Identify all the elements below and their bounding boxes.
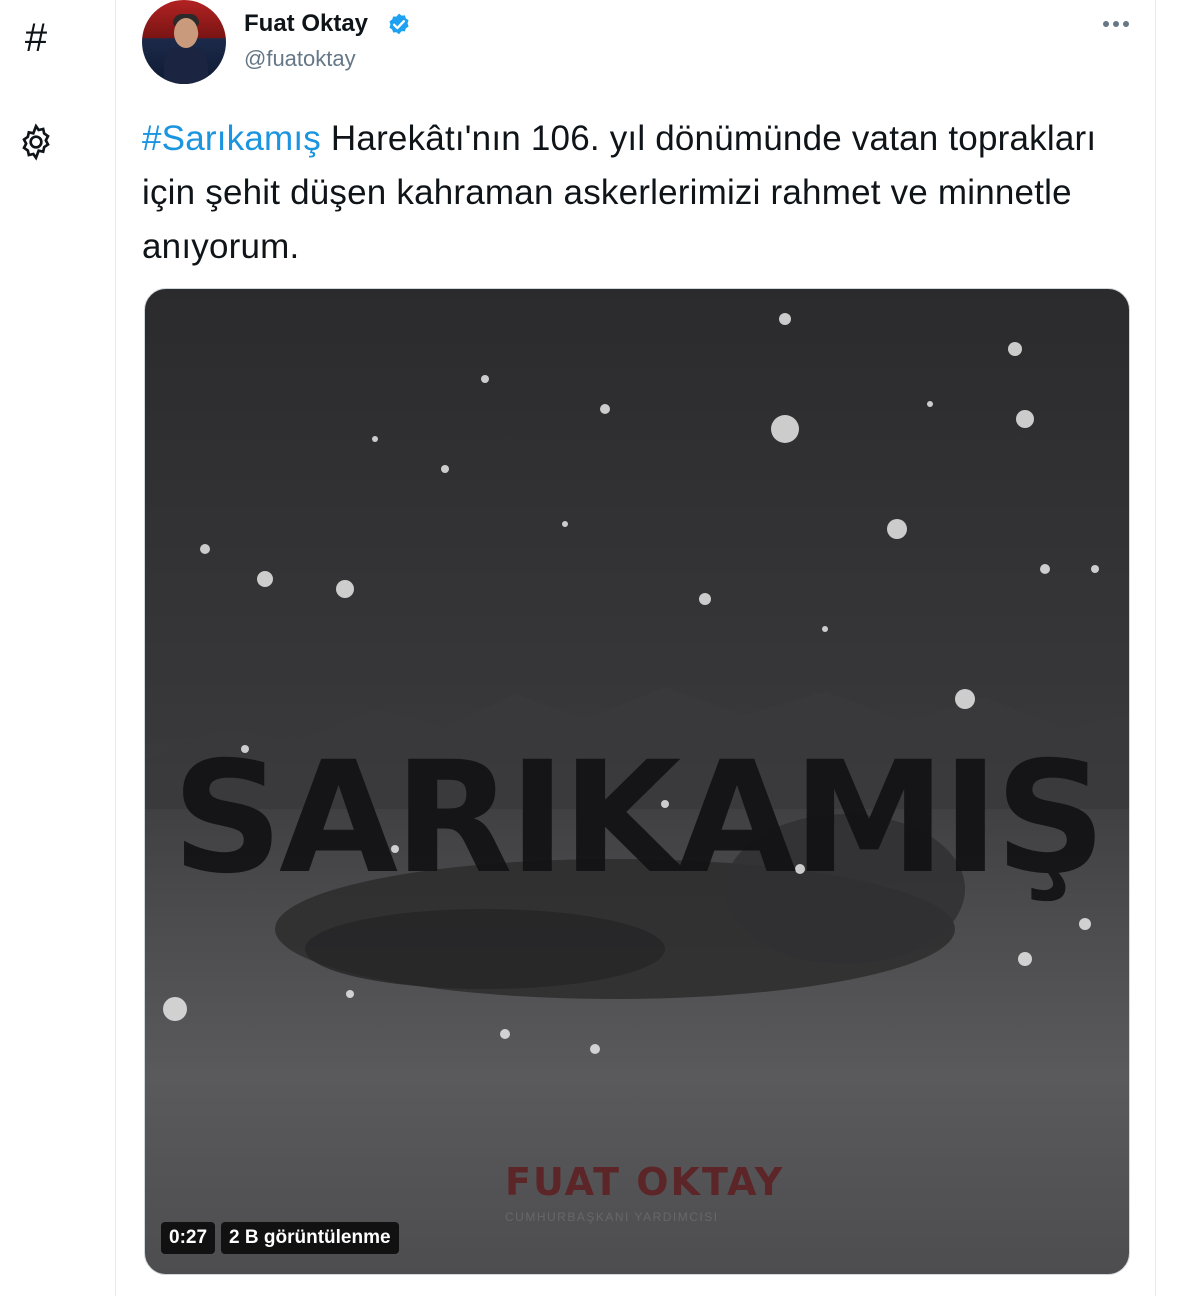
avatar[interactable] bbox=[142, 0, 226, 84]
poster-brand-logo: FUAT OKTAY bbox=[505, 1160, 785, 1204]
hashtag-link[interactable]: #Sarıkamış bbox=[142, 119, 321, 158]
verified-badge-icon bbox=[389, 13, 409, 35]
video-player[interactable]: SARIKAMIŞ FUAT OKTAY CUMHURBAŞKANI YARDI… bbox=[144, 288, 1130, 1275]
hashtag-icon[interactable]: # bbox=[14, 16, 58, 60]
poster-title: SARIKAMIŞ bbox=[172, 729, 1106, 908]
author-name[interactable]: Fuat Oktay bbox=[244, 10, 368, 38]
left-sidebar: # bbox=[0, 0, 116, 1296]
more-options-icon[interactable] bbox=[1096, 12, 1136, 36]
video-badge: 0:27 2 B görüntülenme bbox=[161, 1221, 399, 1255]
timeline-border bbox=[1155, 0, 1156, 1296]
tweet[interactable]: Fuat Oktay @fuatoktay #Sarıkamış Harekât… bbox=[116, 0, 1155, 1296]
author-handle[interactable]: @fuatoktay bbox=[244, 46, 356, 72]
gear-icon[interactable] bbox=[14, 120, 58, 164]
tweet-text: #Sarıkamış Harekâtı'nın 106. yıl dönümün… bbox=[142, 112, 1142, 274]
view-count: 2 B görüntülenme bbox=[221, 1222, 399, 1254]
video-duration: 0:27 bbox=[161, 1222, 216, 1254]
poster-brand-subtitle: CUMHURBAŞKANI YARDIMCISI bbox=[505, 1210, 719, 1224]
